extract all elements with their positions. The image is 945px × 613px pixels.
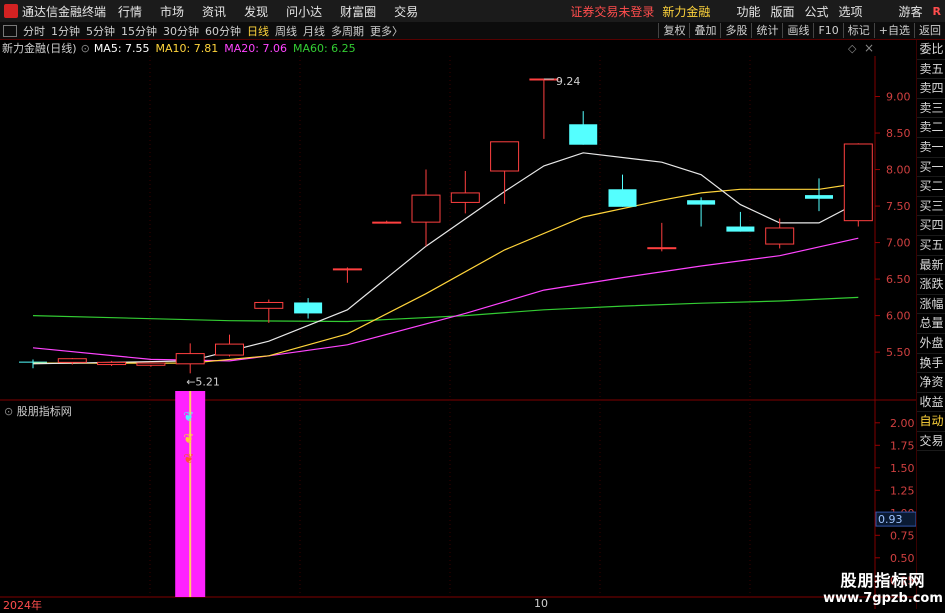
sub-tick-label: 0.50 bbox=[890, 552, 915, 565]
candle-body-up bbox=[57, 358, 87, 363]
candle-body-up bbox=[97, 361, 127, 366]
sub-tick-label: 1.25 bbox=[890, 484, 915, 497]
candle-body-up bbox=[215, 343, 244, 356]
label-netasset[interactable]: 净资 bbox=[917, 373, 945, 393]
label-buy1[interactable]: 买一 bbox=[917, 158, 945, 178]
ma-info-bar: 新力金融(日线) ⊙ MA5: 7.55 MA10: 7.81 MA20: 7.… bbox=[0, 40, 362, 56]
butterfly-icon: ❦ bbox=[183, 410, 194, 425]
watermark: 股朋指标网 www.7gpzb.com bbox=[822, 567, 944, 606]
ma20-value: MA20: 7.06 bbox=[224, 41, 287, 55]
candle-body-up bbox=[175, 353, 205, 365]
price-tick-label: 6.50 bbox=[886, 273, 911, 286]
r-mark-icon[interactable]: R bbox=[933, 5, 941, 18]
candle-body-down bbox=[805, 195, 833, 199]
label-buy4[interactable]: 买四 bbox=[917, 216, 945, 236]
candle-body-down bbox=[726, 226, 755, 232]
candle-body-up bbox=[411, 194, 441, 223]
candle-body-down bbox=[569, 124, 598, 145]
candle-body-up bbox=[136, 362, 166, 366]
label-weibi[interactable]: 委比 bbox=[917, 40, 945, 60]
price-tick-label: 8.00 bbox=[886, 164, 911, 177]
label-volume[interactable]: 总量 bbox=[917, 314, 945, 334]
ma5-value: MA5: 7.55 bbox=[93, 41, 150, 55]
high-label: 9.24 bbox=[556, 75, 581, 88]
chart-frame bbox=[0, 40, 916, 609]
label-sell5[interactable]: 卖五 bbox=[917, 60, 945, 80]
candle-body-down bbox=[608, 189, 637, 207]
price-tick-label: 7.50 bbox=[886, 200, 911, 213]
close-icon[interactable]: × bbox=[864, 41, 874, 55]
butterfly-icon: ❦ bbox=[183, 432, 194, 447]
price-tick-label: 6.00 bbox=[886, 310, 911, 323]
diamond-icon[interactable]: ◇ bbox=[848, 42, 857, 55]
dropdown-circle-icon[interactable]: ⊙ bbox=[81, 42, 90, 55]
butterfly-icon: ❦ bbox=[183, 452, 194, 467]
label-buy5[interactable]: 买五 bbox=[917, 236, 945, 256]
label-sell2[interactable]: 卖二 bbox=[917, 118, 945, 138]
date-mid-label: 10 bbox=[534, 597, 548, 610]
label-latest[interactable]: 最新 bbox=[917, 256, 945, 276]
kline-chart[interactable]: 9.00 8.50 8.00 7.50 7.00 6.50 6.00 5.50 9.24 ←5.… bbox=[0, 0, 916, 609]
label-turnover[interactable]: 换手 bbox=[917, 354, 945, 374]
candle-body-up bbox=[254, 301, 284, 309]
candle-body-up bbox=[372, 221, 402, 224]
label-buy3[interactable]: 买三 bbox=[917, 197, 945, 217]
btn-fanhui[interactable]: 返回 bbox=[914, 23, 945, 38]
watermark-url: www.7gpzb.com bbox=[823, 591, 943, 606]
candle-body-up bbox=[450, 192, 480, 203]
sub-title-text: 股朋指标网 bbox=[16, 405, 72, 418]
sub-tick-label: 1.50 bbox=[890, 462, 915, 475]
watermark-title: 股朋指标网 bbox=[840, 571, 926, 590]
price-tick-label: 5.50 bbox=[886, 346, 911, 359]
price-tick-label: 9.00 bbox=[886, 91, 911, 104]
price-tick-label: 8.50 bbox=[886, 127, 911, 140]
label-sell1[interactable]: 卖一 bbox=[917, 138, 945, 158]
label-change-pct[interactable]: 涨幅 bbox=[917, 295, 945, 315]
label-trade[interactable]: 交易 bbox=[917, 432, 945, 452]
sub-tick-label: 0.75 bbox=[890, 529, 915, 542]
stock-name: 新力金融(日线) bbox=[2, 42, 77, 55]
sub-tick-label: 1.75 bbox=[890, 439, 915, 452]
low-label: ←5.21 bbox=[186, 375, 220, 388]
label-sell3[interactable]: 卖三 bbox=[917, 99, 945, 119]
label-change[interactable]: 涨跌 bbox=[917, 275, 945, 295]
candle-body-up bbox=[490, 141, 520, 172]
current-value-label: 0.93 bbox=[878, 513, 903, 526]
dropdown-circle-icon[interactable]: ⊙ bbox=[4, 405, 13, 418]
label-buy2[interactable]: 买二 bbox=[917, 177, 945, 197]
ma10-value: MA10: 7.81 bbox=[155, 41, 219, 55]
candle-body-down bbox=[19, 361, 47, 363]
candle-body-up bbox=[647, 247, 677, 250]
date-start-label: 2024年 bbox=[3, 599, 42, 612]
candle-body-down bbox=[294, 302, 323, 314]
candle-body-down bbox=[687, 200, 716, 205]
sub-tick-label: 2.00 bbox=[890, 417, 915, 430]
candle-body-up bbox=[332, 268, 362, 271]
label-auto[interactable]: 自动 bbox=[917, 412, 945, 432]
sub-indicator-title: ⊙ 股朋指标网 bbox=[4, 403, 72, 419]
candle-body-up bbox=[843, 143, 873, 222]
ma60-value: MA60: 6.25 bbox=[292, 41, 356, 55]
price-tick-label: 7.00 bbox=[886, 237, 911, 250]
label-sell4[interactable]: 卖四 bbox=[917, 79, 945, 99]
candle-body-up bbox=[765, 227, 795, 245]
label-eps[interactable]: 收益 bbox=[917, 393, 945, 413]
label-outer[interactable]: 外盘 bbox=[917, 334, 945, 354]
quote-side-panel: 委比 卖五 卖四 卖三 卖二 卖一 买一 买二 买三 买四 买五 最新 涨跌 涨… bbox=[916, 40, 945, 609]
